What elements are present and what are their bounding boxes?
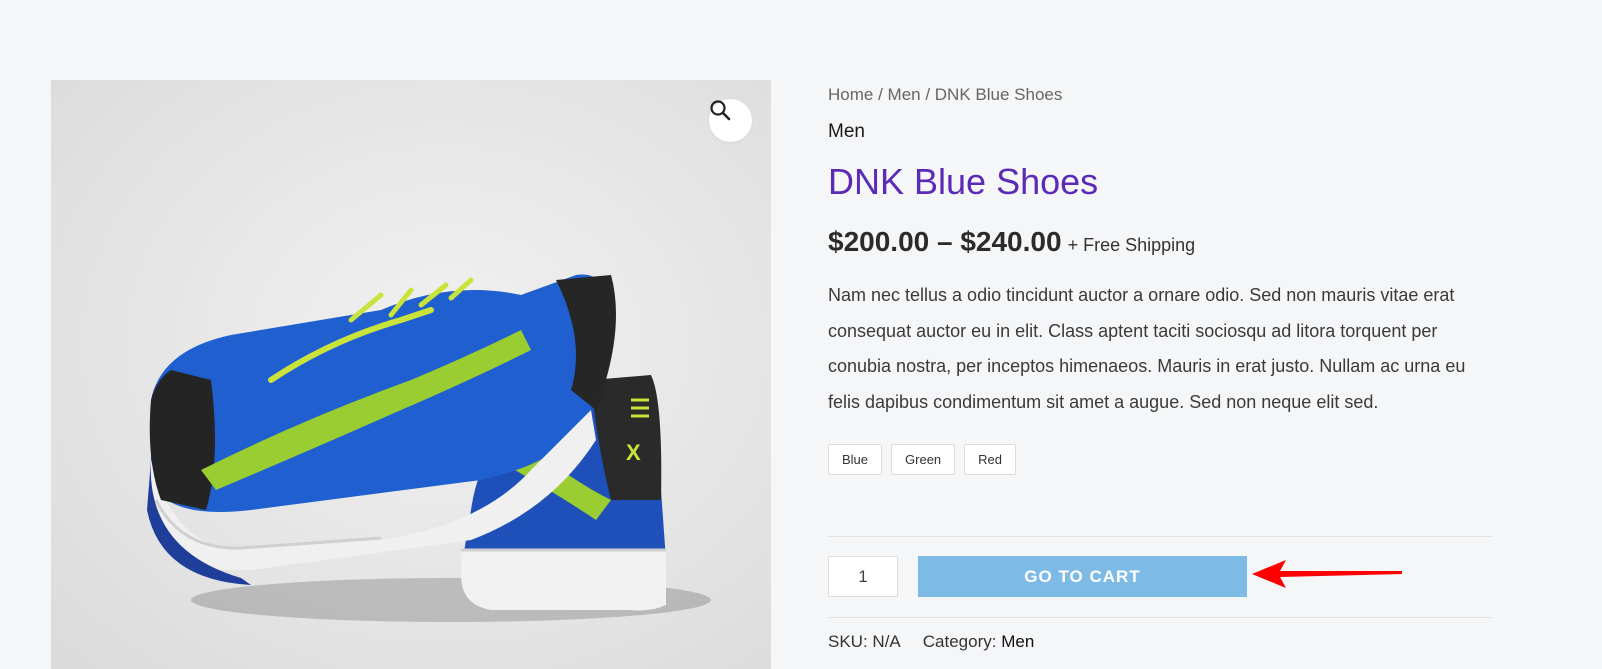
divider — [828, 617, 1492, 618]
product-category: Men — [828, 121, 865, 142]
quantity-input[interactable] — [828, 556, 898, 597]
product-title: DNK Blue Shoes — [828, 161, 1099, 202]
svg-text:X: X — [626, 440, 641, 465]
swatch-red[interactable]: Red — [964, 444, 1017, 475]
product-summary: Home / Men / DNK Blue Shoes Men DNK Blue… — [828, 84, 1492, 475]
go-to-cart-button[interactable]: GO TO CART — [918, 556, 1247, 597]
color-swatches: Blue Green Red — [828, 444, 1492, 475]
price-row: $200.00 – $240.00 + Free Shipping — [828, 226, 1492, 258]
red-arrow-icon — [1252, 560, 1402, 588]
category-link[interactable]: Men — [1001, 632, 1034, 651]
product-image[interactable]: X — [51, 80, 771, 669]
breadcrumb: Home / Men / DNK Blue Shoes — [828, 84, 1492, 106]
magnifier-icon — [710, 100, 731, 121]
breadcrumb-current: DNK Blue Shoes — [934, 85, 1063, 104]
breadcrumb-home[interactable]: Home — [828, 85, 873, 104]
product-page: X Home / Men / DNK Blue Shoes Men DNK Bl… — [0, 0, 1602, 669]
sku-label: SKU: — [828, 632, 868, 651]
breadcrumb-separator: / — [873, 85, 888, 104]
shoes-illustration: X — [147, 274, 711, 622]
sku: SKU: N/A — [828, 632, 901, 652]
category-label: Category: — [922, 632, 997, 651]
swatch-green[interactable]: Green — [891, 444, 956, 475]
product-description: Nam nec tellus a odio tincidunt auctor a… — [828, 285, 1466, 412]
breadcrumb-separator: / — [920, 85, 935, 104]
sku-value: N/A — [872, 632, 901, 651]
zoom-button[interactable] — [709, 99, 752, 142]
product-meta: SKU: N/A Category: Men — [828, 632, 1034, 652]
shipping-note: + Free Shipping — [1067, 235, 1196, 255]
swatch-blue[interactable]: Blue — [828, 444, 883, 475]
divider — [828, 536, 1492, 537]
price-range: $200.00 – $240.00 — [828, 226, 1062, 257]
breadcrumb-men[interactable]: Men — [888, 85, 921, 104]
category-meta: Category: Men — [923, 632, 1035, 652]
